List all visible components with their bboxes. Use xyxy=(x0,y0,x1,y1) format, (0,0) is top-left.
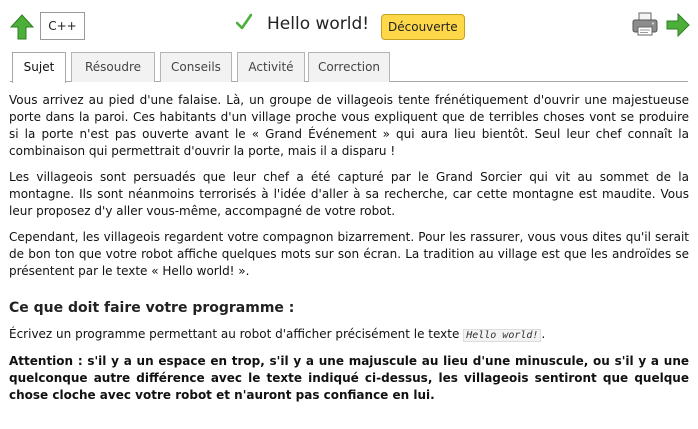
story-paragraph: Vous arrivez au pied d'une falaise. Là, … xyxy=(9,93,689,158)
tab-activite[interactable]: Activité xyxy=(237,52,305,82)
tab-bar: Sujet Résoudre Conseils Activité Correct… xyxy=(10,52,688,83)
difficulty-badge: Découverte xyxy=(381,14,465,40)
checkmark-icon xyxy=(235,12,253,32)
tab-sujet[interactable]: Sujet xyxy=(12,52,66,83)
task-instruction: Écrivez un programme permettant au robot… xyxy=(9,326,689,344)
up-arrow-icon[interactable] xyxy=(9,14,35,40)
expected-output-code: Hello world! xyxy=(463,329,542,342)
next-arrow-icon[interactable] xyxy=(666,12,690,38)
task-text-end: . xyxy=(541,327,546,341)
tab-resoudre[interactable]: Résoudre xyxy=(71,52,155,82)
language-selector[interactable]: C++ xyxy=(40,12,85,40)
page-title: Hello world! xyxy=(267,14,370,34)
task-text: Écrivez un programme permettant au robot… xyxy=(9,327,464,341)
story-paragraph: Cependant, les villageois regardent votr… xyxy=(9,230,689,278)
story-paragraph: Les villageois sont persuadés que leur c… xyxy=(9,170,689,218)
top-bar: C++ Hello world! Découverte xyxy=(0,0,698,52)
tab-correction[interactable]: Correction xyxy=(308,52,390,82)
warning-text: Attention : s'il y a un espace en trop, … xyxy=(9,354,689,402)
section-title: Ce que doit faire votre programme : xyxy=(9,300,295,316)
printer-icon[interactable] xyxy=(632,12,658,36)
tab-conseils[interactable]: Conseils xyxy=(160,52,232,82)
task-statement: Vous arrivez au pied d'une falaise. Là, … xyxy=(9,92,689,413)
